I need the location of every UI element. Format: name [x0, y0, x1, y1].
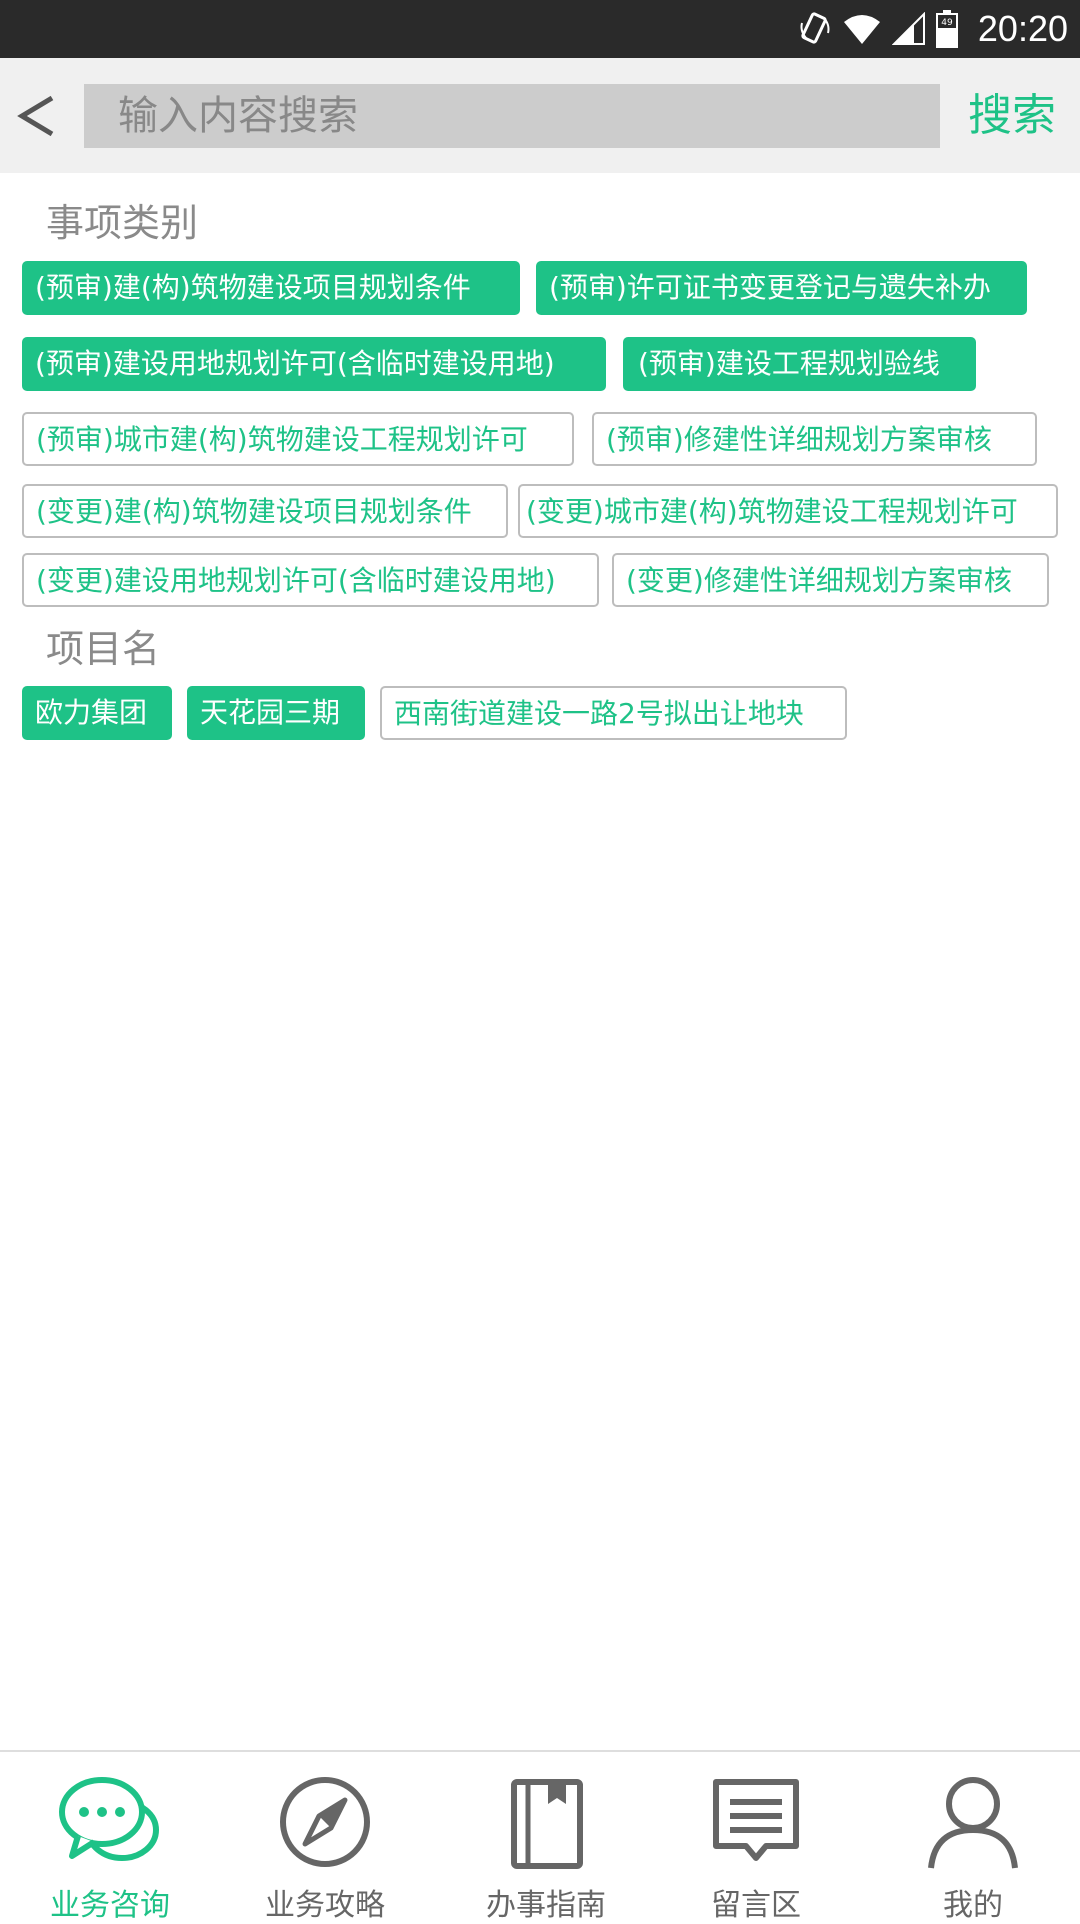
chat-bubbles-icon [10, 1772, 210, 1872]
category-tag[interactable]: (预审)城市建(构)筑物建设工程规划许可 [22, 412, 574, 466]
svg-text:49: 49 [941, 18, 953, 28]
nav-item-mine[interactable]: 我的 [873, 1772, 1073, 1923]
compass-icon [225, 1772, 425, 1872]
nav-label: 留言区 [711, 1888, 801, 1923]
status-bar: 49 20:20 [0, 0, 1080, 58]
wifi-icon [842, 12, 882, 46]
battery-icon: 49 [935, 10, 958, 48]
message-icon [656, 1772, 856, 1872]
project-tag[interactable]: 西南街道建设一路2号拟出让地块 [380, 686, 847, 740]
project-tag[interactable]: 天花园三期 [187, 686, 365, 740]
nav-label: 我的 [943, 1888, 1003, 1923]
nav-label: 业务咨询 [50, 1888, 170, 1923]
search-input[interactable] [84, 84, 940, 148]
search-box [84, 84, 940, 148]
project-section-title: 项目名 [46, 627, 161, 671]
signal-icon [891, 12, 926, 46]
nav-item-strategy[interactable]: 业务攻略 [225, 1772, 425, 1923]
category-section-title: 事项类别 [46, 201, 199, 245]
category-tag[interactable]: (预审)建(构)筑物建设项目规划条件 [22, 261, 520, 315]
nav-label: 业务攻略 [265, 1888, 385, 1923]
category-tag[interactable]: (预审)许可证书变更登记与遗失补办 [536, 261, 1027, 315]
nav-item-consult[interactable]: 业务咨询 [10, 1772, 210, 1923]
category-tag[interactable]: (预审)建设用地规划许可(含临时建设用地) [22, 337, 606, 391]
category-tag[interactable]: (变更)城市建(构)筑物建设工程规划许可 [518, 484, 1058, 538]
search-button[interactable]: 搜索 [968, 88, 1056, 144]
nav-label: 办事指南 [486, 1888, 606, 1923]
search-header: 搜索 [0, 58, 1080, 173]
nav-item-message[interactable]: 留言区 [656, 1772, 856, 1923]
category-tag[interactable]: (变更)建设用地规划许可(含临时建设用地) [22, 553, 599, 607]
bottom-nav: 业务咨询 业务攻略 办事指南 留言区 我的 [0, 1750, 1080, 1923]
user-icon [873, 1772, 1073, 1872]
nav-item-guide[interactable]: 办事指南 [446, 1772, 646, 1923]
category-tag[interactable]: (变更)建(构)筑物建设项目规划条件 [22, 484, 508, 538]
category-tag[interactable]: (变更)修建性详细规划方案审核 [612, 553, 1049, 607]
back-arrow-icon [17, 95, 54, 137]
rotate-icon [798, 11, 832, 47]
back-button[interactable] [14, 86, 64, 146]
project-tag[interactable]: 欧力集团 [22, 686, 172, 740]
status-time: 20:20 [977, 8, 1068, 49]
category-tag[interactable]: (预审)修建性详细规划方案审核 [592, 412, 1037, 466]
book-icon [446, 1772, 646, 1872]
category-tag[interactable]: (预审)建设工程规划验线 [623, 337, 976, 391]
